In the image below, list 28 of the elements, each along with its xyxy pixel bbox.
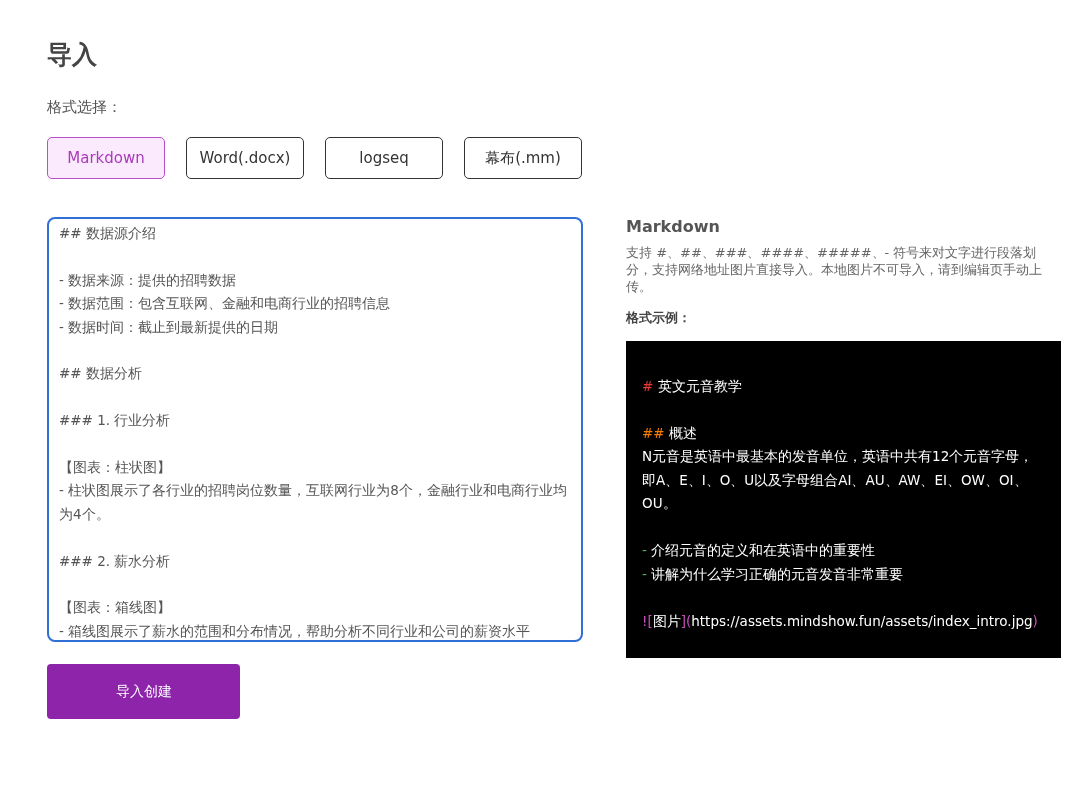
help-heading: Markdown [626, 217, 721, 236]
format-option[interactable]: logseq [325, 137, 443, 179]
format-option[interactable]: Word(.docx) [186, 137, 304, 179]
markdown-line: 【图表：箱线图】 [59, 598, 172, 618]
markdown-line: - 数据来源：提供的招聘数据 [59, 270, 238, 290]
markdown-line: - 柱状图展示了各行业的招聘岗位数量，互联网行业为8个，金融行业和电商行业均为4个。 [59, 481, 568, 524]
example-code-line: ## 概述 [642, 423, 698, 443]
import-create-button[interactable]: 导入创建 [47, 664, 240, 719]
markdown-line: ## 数据分析 [59, 364, 143, 384]
example-code-line: - 讲解为什么学习正确的元音发音非常重要 [642, 564, 905, 584]
format-option[interactable]: 幕布(.mm) [464, 137, 582, 179]
markdown-line: - 数据时间：截止到最新提供的日期 [59, 317, 280, 337]
markdown-line: - 箱线图展示了薪水的范围和分布情况，帮助分析不同行业和公司的薪资水平 [59, 621, 532, 640]
example-code-line: ![图片](https://assets.mindshow.fun/assets/index_intro.jpg) [642, 611, 1039, 631]
example-code-line: - 介绍元音的定义和在英语中的重要性 [642, 541, 877, 560]
markdown-line: ### 2. 薪水分析 [59, 551, 172, 571]
example-code-line: N元音是英语中最基本的发音单位，英语中共有12个元音字母，即A、E、I、O、U以及字母组合AI、AU、AW、EI、OW、OI、OU。 [642, 447, 1035, 513]
format-option[interactable]: Markdown [47, 137, 165, 179]
format-label: 格式选择： [47, 98, 123, 117]
markdown-input-field[interactable]: ## 数据源介绍 - 数据来源：提供的招聘数据 - 数据范围：包含互联网、金融和电商行业的招聘信息 - 数据时间：截止到最新提供的日期 ## 数据分析 ### 1. 行业分析 【图表：柱状图】 - 柱状图展示了各行业的招聘岗位数量，互联网行业为8个，金融行业和电商行业均为4个。 ### 2. 薪水分析 【图表：箱线图】 - 箱线图展示了薪水的范围和分布情况，帮助分析不同行业和公司的薪资水平 [47, 217, 583, 642]
page-title: 导入 [47, 39, 98, 71]
markdown-line: - 数据范围：包含互联网、金融和电商行业的招聘信息 [59, 294, 392, 314]
markdown-line: ### 1. 行业分析 [59, 411, 172, 431]
example-label: 格式示例： [626, 309, 692, 327]
markdown-line: ## 数据源介绍 [59, 224, 157, 243]
example-code-line: # 英文元音教学 [642, 376, 743, 396]
markdown-line: 【图表：柱状图】 [59, 458, 172, 477]
help-description: 支持 #、##、###、####、#####、- 符号来对文字进行段落划分，支持网络地址图片直接导入。本地图片不可导入，请到编辑页手动上传。 [626, 244, 1043, 295]
